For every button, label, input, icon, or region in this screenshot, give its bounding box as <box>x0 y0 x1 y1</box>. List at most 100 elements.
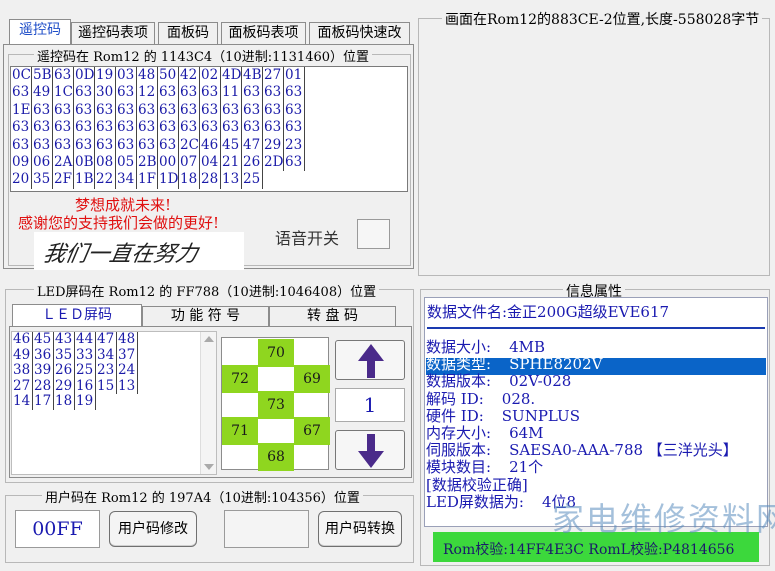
hex-cell[interactable]: 04 <box>200 153 221 172</box>
hex-cell[interactable]: 2A <box>53 153 74 172</box>
hex-cell[interactable]: 50 <box>158 67 179 85</box>
tab-remote-code-table[interactable]: 遥控码表项 <box>71 22 155 44</box>
hex-cell[interactable]: 29 <box>263 136 284 154</box>
hex-cell[interactable]: 63 <box>74 136 95 154</box>
hex-cell[interactable]: 63 <box>32 101 53 120</box>
hex-cell[interactable]: 0B <box>74 153 95 172</box>
hex-cell[interactable]: 34 <box>116 171 137 189</box>
hex-cell[interactable]: 63 <box>74 84 95 102</box>
hex-cell[interactable] <box>284 171 305 188</box>
hex-cell[interactable]: 63 <box>242 101 263 120</box>
scroll-up-arrow[interactable] <box>204 336 214 342</box>
hex-cell[interactable]: 4D <box>221 67 242 85</box>
hex-cell[interactable]: 63 <box>158 119 179 137</box>
hex-cell[interactable]: 63 <box>95 136 116 154</box>
hex-cell[interactable]: 20 <box>11 171 32 189</box>
hex-cell[interactable]: 2C <box>179 136 200 154</box>
hex-cell[interactable]: 63 <box>200 119 221 137</box>
hex-cell[interactable]: 63 <box>53 101 74 120</box>
hex-cell[interactable]: 63 <box>116 101 137 120</box>
counter-field[interactable]: 1 <box>335 388 405 422</box>
hex-cell[interactable]: 22 <box>95 171 116 189</box>
list-item[interactable]: 38 39 26 25 23 24 <box>12 363 216 379</box>
tab-panel-code-table[interactable]: 面板码表项 <box>221 22 306 44</box>
list-item[interactable]: 27 28 29 16 15 13 <box>12 378 216 394</box>
hex-cell[interactable]: 23 <box>284 136 305 154</box>
hex-cell[interactable]: 63 <box>263 101 284 120</box>
hex-cell[interactable]: 63 <box>53 136 74 154</box>
tab-panel-code[interactable]: 面板码 <box>158 22 218 44</box>
hex-cell[interactable]: 63 <box>137 101 158 120</box>
hex-cell[interactable]: 63 <box>200 84 221 102</box>
hex-cell[interactable]: 63 <box>179 84 200 102</box>
hex-cell[interactable]: 63 <box>284 119 305 137</box>
hex-cell[interactable]: 63 <box>32 136 53 154</box>
hex-cell[interactable]: 19 <box>95 67 116 85</box>
hex-cell[interactable]: 63 <box>284 101 305 120</box>
hex-cell[interactable]: 27 <box>263 67 284 85</box>
led-subtab-dial[interactable]: 转 盘 码 <box>269 306 396 326</box>
hex-cell[interactable]: 63 <box>137 119 158 137</box>
keypad-right[interactable]: 69 <box>294 365 330 393</box>
tab-panel-code-quick[interactable]: 面板码快速改 <box>309 22 410 44</box>
hex-cell[interactable]: 63 <box>53 67 74 85</box>
hex-cell[interactable]: 46 <box>200 136 221 154</box>
scroll-down-arrow[interactable] <box>204 464 214 470</box>
hex-cell[interactable]: 1E <box>11 101 32 120</box>
hex-cell[interactable]: 63 <box>284 153 305 172</box>
hex-cell[interactable]: 30 <box>95 84 116 102</box>
user-code-input[interactable] <box>224 510 309 548</box>
hex-cell[interactable]: 63 <box>221 119 242 137</box>
hex-cell[interactable]: 11 <box>221 84 242 102</box>
hex-cell[interactable]: 2D <box>263 153 284 172</box>
hex-cell[interactable]: 63 <box>263 84 284 102</box>
keypad-bottom[interactable]: 68 <box>258 443 294 471</box>
list-item[interactable]: 14 17 18 19 <box>12 394 216 410</box>
hex-cell[interactable]: 01 <box>284 67 305 85</box>
hex-cell[interactable]: 63 <box>200 101 221 120</box>
hex-cell[interactable]: 48 <box>137 67 158 85</box>
hex-cell[interactable]: 5B <box>32 67 53 85</box>
hex-cell[interactable]: 07 <box>179 153 200 172</box>
led-code-list[interactable]: 46 45 43 44 47 48 49 36 35 33 34 37 38 39 26 25 23 24 27 28… <box>11 331 217 475</box>
hex-cell[interactable]: 63 <box>95 101 116 120</box>
down-arrow-button[interactable] <box>335 430 405 470</box>
keypad-left[interactable]: 72 <box>222 365 258 393</box>
hex-cell[interactable]: 13 <box>221 171 242 189</box>
hex-cell[interactable]: 06 <box>32 153 53 172</box>
hex-cell[interactable]: 02 <box>200 67 221 85</box>
keypad-bottom-left[interactable]: 71 <box>222 417 258 445</box>
hex-cell[interactable]: 2F <box>53 171 74 189</box>
hex-cell[interactable]: 63 <box>221 101 242 120</box>
hex-cell[interactable]: 05 <box>116 153 137 172</box>
user-code-modify-button[interactable]: 用户码修改 <box>109 511 197 547</box>
hex-cell[interactable]: 0C <box>11 67 32 85</box>
led-subtab-led[interactable]: ＬＥＤ屏码 <box>12 304 142 326</box>
hex-cell[interactable]: 49 <box>32 84 53 102</box>
hex-cell[interactable]: 63 <box>53 119 74 137</box>
keypad-top[interactable]: 70 <box>258 339 294 367</box>
hex-cell[interactable]: 63 <box>116 84 137 102</box>
hex-cell[interactable]: 63 <box>116 119 137 137</box>
hex-cell[interactable]: 1D <box>158 171 179 189</box>
hex-cell[interactable]: 26 <box>242 153 263 172</box>
hex-cell[interactable]: 63 <box>284 84 305 102</box>
hex-cell[interactable]: 63 <box>263 119 284 137</box>
hex-cell[interactable]: 1F <box>137 171 158 189</box>
hex-cell[interactable]: 63 <box>95 119 116 137</box>
hex-cell[interactable]: 0D <box>74 67 95 85</box>
tab-remote-code[interactable]: 遥控码 <box>9 19 71 45</box>
hex-cell[interactable]: 63 <box>179 101 200 120</box>
user-code-convert-button[interactable]: 用户码转换 <box>318 511 402 547</box>
hex-cell[interactable]: 63 <box>158 101 179 120</box>
hex-cell[interactable]: 35 <box>32 171 53 189</box>
list-item[interactable]: 49 36 35 33 34 37 <box>12 347 216 363</box>
hex-cell[interactable]: 63 <box>32 119 53 137</box>
hex-cell[interactable]: 63 <box>242 119 263 137</box>
hex-cell[interactable]: 42 <box>179 67 200 85</box>
hex-cell[interactable]: 03 <box>116 67 137 85</box>
hex-cell[interactable]: 25 <box>242 171 263 189</box>
keypad-bottom-right[interactable]: 67 <box>294 417 330 445</box>
hex-cell[interactable]: 09 <box>11 153 32 172</box>
hex-cell[interactable]: 00 <box>158 153 179 172</box>
